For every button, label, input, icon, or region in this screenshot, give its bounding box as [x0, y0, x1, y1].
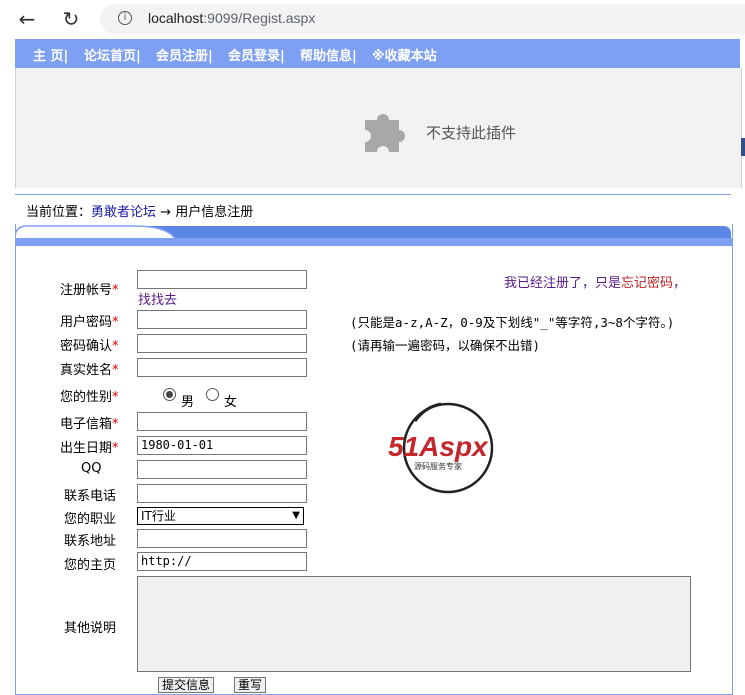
realname-input[interactable]	[137, 358, 307, 377]
url-text: localhost:9099/Regist.aspx	[148, 10, 316, 26]
find-link[interactable]: 找找去	[138, 289, 177, 308]
gender-female-radio[interactable]	[206, 388, 219, 401]
password-label: 用户密码*	[60, 315, 119, 330]
phone-input[interactable]	[137, 484, 307, 503]
job-select[interactable]: IT行业 ▼	[137, 507, 304, 525]
breadcrumb-forum-link[interactable]: 勇敢者论坛	[91, 205, 156, 220]
breadcrumb-prefix: 当前位置：	[26, 205, 92, 220]
homepage-label: 您的主页	[64, 558, 117, 573]
browser-toolbar: ← ↻ i localhost:9099/Regist.aspx	[0, 0, 745, 38]
other-label: 其他说明	[64, 621, 117, 636]
menu-help[interactable]: 帮助信息|	[300, 45, 357, 64]
panel-header-bar	[15, 225, 733, 246]
chevron-down-icon: ▼	[292, 510, 300, 521]
menu-bookmark[interactable]: ※收藏本站	[372, 45, 437, 64]
forgot-password-link[interactable]: 忘记密码	[621, 276, 673, 291]
email-label: 电子信箱*	[60, 417, 119, 432]
job-select-value: IT行业	[141, 509, 176, 523]
top-menu-bar: 主 页| 论坛首页| 会员注册| 会员登录| 帮助信息| ※收藏本站	[15, 39, 740, 68]
breadcrumb-arrow: →	[160, 205, 172, 220]
reset-button[interactable]: 重写	[234, 677, 267, 693]
menu-forum-home[interactable]: 论坛首页|	[84, 45, 141, 64]
menu-login[interactable]: 会员登录|	[228, 45, 285, 64]
submit-button[interactable]: 提交信息	[158, 677, 215, 693]
info-icon[interactable]: i	[118, 11, 132, 25]
plugin-placeholder: 不支持此插件	[15, 68, 742, 188]
realname-label: 真实姓名*	[60, 363, 119, 378]
gender-female-label: 女	[224, 395, 238, 410]
breadcrumb: 当前位置：勇敢者论坛 → 用户信息注册	[26, 201, 253, 220]
homepage-input[interactable]: http://	[137, 552, 307, 571]
password-input[interactable]	[137, 310, 307, 329]
puzzle-piece-icon	[365, 114, 405, 152]
back-arrow-icon[interactable]: ←	[14, 6, 40, 32]
gender-male-radio[interactable]	[163, 388, 176, 401]
logo-subtext: 源码服务专家	[414, 461, 462, 471]
already-registered-text: 我已经注册了，只是忘记密码，	[504, 276, 687, 291]
address-label: 联系地址	[64, 534, 117, 549]
menu-home[interactable]: 主 页|	[33, 45, 68, 64]
confirm-password-input[interactable]	[137, 334, 307, 353]
birthday-label: 出生日期*	[60, 441, 119, 456]
qq-label: QQ	[81, 461, 102, 476]
plugin-message: 不支持此插件	[426, 124, 517, 142]
account-label: 注册帐号*	[60, 283, 119, 298]
menu-register[interactable]: 会员注册|	[156, 45, 213, 64]
email-input[interactable]	[137, 412, 307, 431]
reload-icon[interactable]: ↻	[58, 6, 84, 32]
phone-label: 联系电话	[64, 489, 117, 504]
other-textarea[interactable]	[137, 576, 691, 672]
birthday-input[interactable]: 1980-01-01	[137, 436, 307, 455]
job-label: 您的职业	[64, 512, 117, 527]
address-bar[interactable]: i localhost:9099/Regist.aspx	[100, 4, 745, 34]
breadcrumb-current: 用户信息注册	[175, 205, 254, 220]
address-input[interactable]	[137, 529, 307, 548]
qq-input[interactable]	[137, 460, 307, 479]
site-logo: 51Aspx 源码服务专家	[388, 402, 494, 494]
account-input[interactable]	[137, 270, 307, 289]
divider	[15, 194, 731, 195]
page-edge-marker	[741, 138, 745, 156]
logo-text: 51Aspx	[388, 431, 489, 462]
gender-male-label: 男	[181, 395, 195, 410]
confirm-label: 密码确认*	[60, 339, 119, 354]
confirm-hint: (请再输一遍密码，以确保不出错)	[350, 338, 541, 353]
password-hint: (只能是a-z,A-Z，0-9及下划线"_"等字符,3~8个字符。)	[350, 315, 675, 330]
gender-label: 您的性别*	[60, 390, 119, 405]
